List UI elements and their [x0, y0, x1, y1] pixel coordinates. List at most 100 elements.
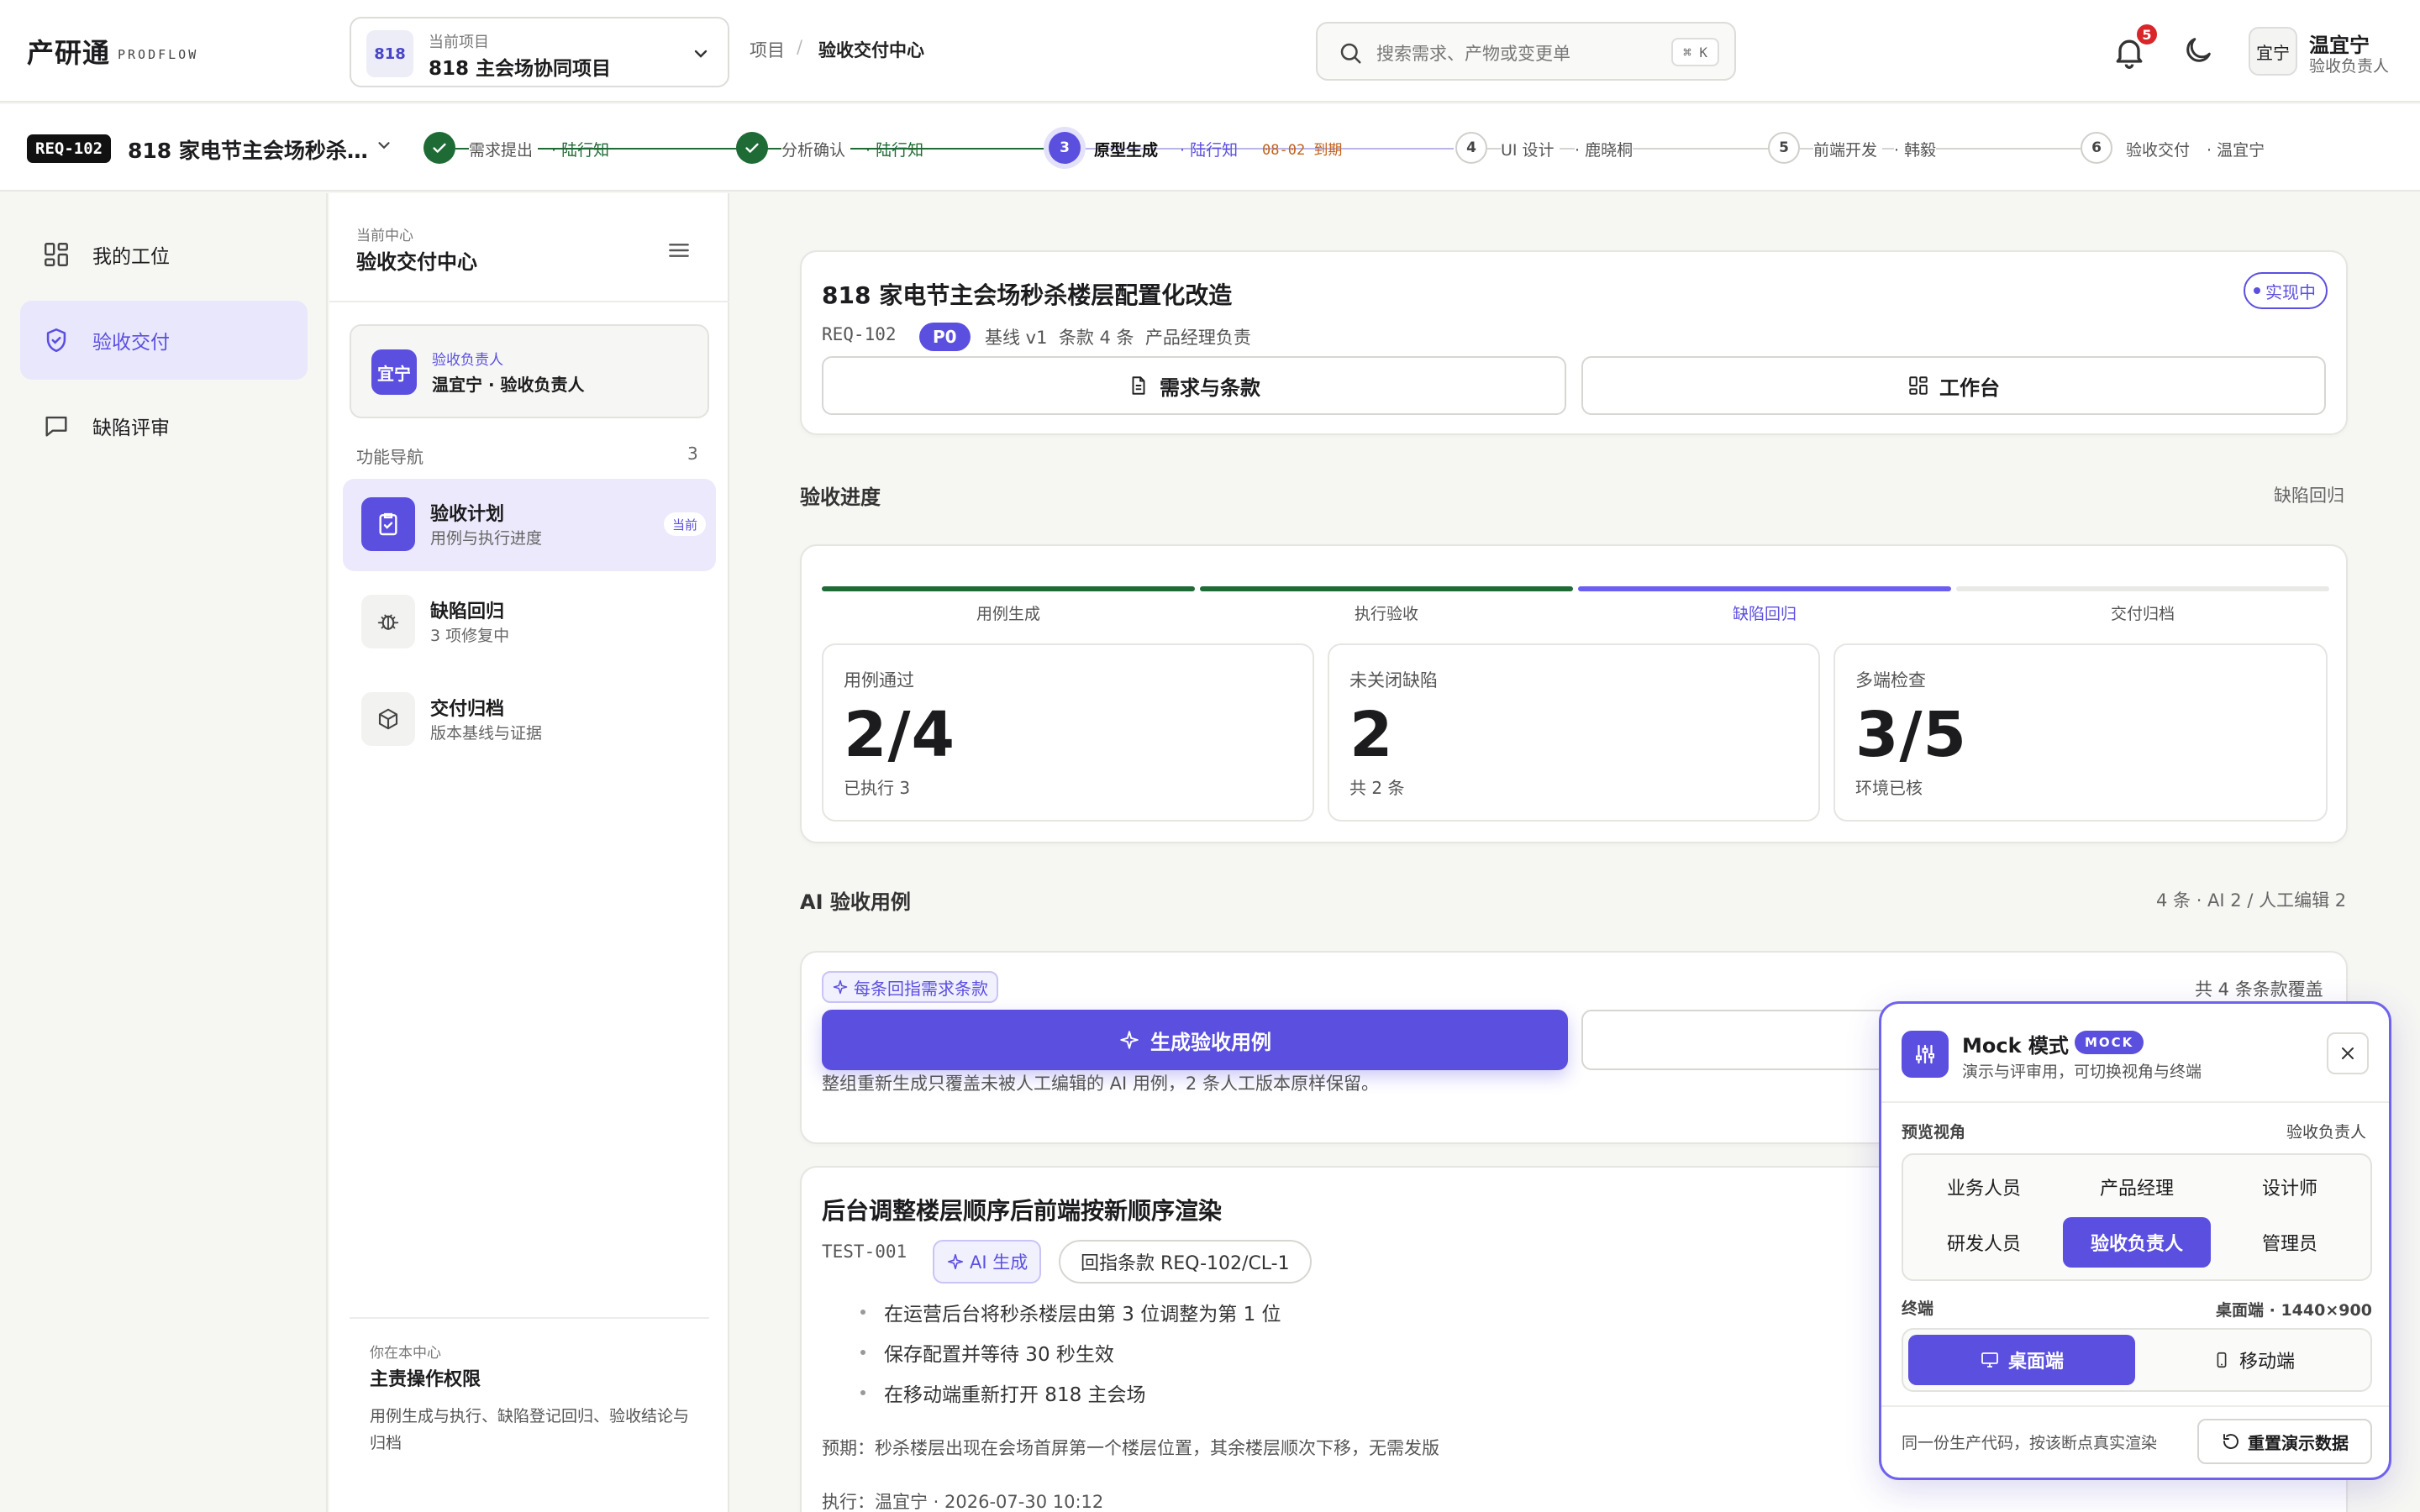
function-item-archive[interactable]: 交付归档 版本基线与证据	[343, 674, 716, 766]
device-current: 桌面端 · 1440×900	[2216, 1301, 2372, 1320]
role-option[interactable]: 产品经理	[2063, 1162, 2211, 1212]
brand-logo: 产研通	[27, 37, 111, 69]
step-5-owner: · 韩毅	[1894, 138, 1937, 160]
breadcrumb-root[interactable]: 项目	[750, 37, 785, 62]
user-role: 验收负责人	[2309, 57, 2390, 76]
stat-subtext: 共 2 条	[1349, 778, 1405, 798]
step-4-number[interactable]: 4	[1455, 132, 1487, 164]
stage-bar-3	[1578, 586, 1951, 591]
project-switcher[interactable]: 818 当前项目 818 主会场协同项目	[350, 17, 729, 87]
step-6-number[interactable]: 6	[2081, 132, 2112, 164]
test-case-id: TEST-001	[822, 1242, 908, 1262]
sidebar-item-acceptance[interactable]: 验收交付	[20, 301, 308, 380]
avatar[interactable]: 宜宁	[2249, 27, 2297, 76]
stat-card-devices: 多端检查 3/5 环境已核	[1833, 643, 2328, 822]
bullet-dot	[860, 1310, 865, 1315]
step-6-label: 验收交付	[2126, 141, 2191, 160]
search-input[interactable]: 搜索需求、产物或变更单	[1376, 40, 1570, 66]
step-5-number[interactable]: 5	[1768, 132, 1800, 164]
requirement-title[interactable]: 818 家电节主会场秒杀…	[128, 134, 368, 165]
role-option[interactable]: 设计师	[2216, 1162, 2364, 1212]
search-box[interactable]: 搜索需求、产物或变更单 ⌘ K	[1316, 22, 1736, 81]
sparkle-icon	[833, 979, 848, 995]
device-option-mobile[interactable]: 移动端	[2140, 1335, 2367, 1385]
reset-demo-label: 重置演示数据	[2248, 1432, 2349, 1453]
mock-footer-text: 同一份生产代码，按该断点真实渲染	[1902, 1434, 2158, 1452]
close-button[interactable]	[2327, 1032, 2369, 1074]
menu-icon[interactable]	[666, 237, 692, 264]
phone-icon	[2217, 1352, 2227, 1368]
current-badge: 当前	[664, 512, 707, 536]
shortcut-hint: ⌘ K	[1671, 38, 1719, 66]
project-label: 当前项目	[429, 34, 489, 51]
avatar: 宜宁	[371, 349, 417, 395]
step-3-due: 08-02 到期	[1262, 142, 1343, 159]
workbench-button[interactable]: 工作台	[1581, 356, 2326, 415]
chat-icon	[40, 410, 72, 442]
execution-info: 执行：温宜宁 · 2026-07-30 10:12	[822, 1492, 1104, 1512]
requirement-meta: 基线 v1 条款 4 条 产品经理负责	[985, 328, 1251, 348]
role-option[interactable]: 研发人员	[1910, 1217, 2058, 1268]
sidebar-item-defect-review[interactable]: 缺陷评审	[20, 386, 308, 465]
role-option-active[interactable]: 验收负责人	[2063, 1217, 2211, 1268]
progress-current-stage: 缺陷回归	[2274, 486, 2344, 506]
view-label: 预览视角	[1902, 1123, 1966, 1142]
search-icon	[1340, 43, 1361, 64]
breadcrumb-current: 验收交付中心	[818, 40, 924, 60]
owner-value: 温宜宁 · 验收负责人	[432, 375, 585, 395]
generate-cases-label: 生成验收用例	[1150, 1030, 1271, 1054]
top-bar: 产研通 PRODFLOW 818 当前项目 818 主会场协同项目 项目 / 验…	[0, 0, 2420, 102]
ai-cases-summary: 4 条 · AI 2 / 人工编辑 2	[2156, 890, 2347, 911]
sidebar-item-workspace[interactable]: 我的工位	[20, 215, 308, 294]
shield-icon	[40, 324, 72, 356]
function-subtitle: 版本基线与证据	[430, 724, 543, 743]
step-1-check-icon[interactable]	[424, 132, 455, 164]
clause-reference-tag[interactable]: 回指条款 REQ-102/CL-1	[1059, 1240, 1312, 1284]
stage-bar-4	[1956, 586, 2329, 591]
divider	[1881, 1405, 2389, 1407]
role-option[interactable]: 业务人员	[1910, 1162, 2058, 1212]
stat-value: 2	[1349, 699, 1394, 771]
divider	[350, 1317, 709, 1319]
reset-demo-button[interactable]: 重置演示数据	[2197, 1419, 2372, 1464]
step-5-label: 前端开发	[1813, 138, 1883, 160]
list-item: 在运营后台将秒杀楼层由第 3 位调整为第 1 位	[860, 1292, 1281, 1332]
role-option[interactable]: 管理员	[2216, 1217, 2364, 1268]
generate-note: 整组重新生成只覆盖未被人工编辑的 AI 用例，2 条人工版本原样保留。	[822, 1074, 1379, 1094]
stat-label: 未关闭缺陷	[1349, 670, 1438, 690]
role-selector: 业务人员 产品经理 设计师 研发人员 验收负责人 管理员	[1902, 1153, 2372, 1281]
requirement-card-title: 818 家电节主会场秒杀楼层配置化改造	[822, 281, 1233, 309]
step-4-label: UI 设计	[1501, 138, 1560, 160]
generate-cases-button[interactable]: 生成验收用例	[822, 1010, 1568, 1070]
sidebar-item-label: 缺陷评审	[92, 417, 170, 439]
function-item-defects[interactable]: 缺陷回归 3 项修复中	[343, 576, 716, 669]
moon-icon[interactable]	[2181, 34, 2215, 67]
notification-badge: 5	[2134, 22, 2160, 47]
step-2-check-icon[interactable]	[736, 132, 768, 164]
chevron-down-icon[interactable]	[375, 136, 393, 155]
function-title: 交付归档	[430, 699, 505, 720]
sidebar-item-label: 我的工位	[92, 246, 170, 268]
stage-label-1: 用例生成	[976, 605, 1040, 623]
device-label: 终端	[1902, 1299, 1934, 1318]
test-step-list: 在运营后台将秒杀楼层由第 3 位调整为第 1 位 保存配置并等待 30 秒生效 …	[860, 1292, 1281, 1413]
sidebar-item-label: 验收交付	[92, 332, 170, 354]
permission-description: 用例生成与执行、缺陷登记回归、验收结论与归档	[370, 1407, 690, 1452]
sidebar: 我的工位 验收交付 缺陷评审	[0, 193, 328, 1512]
step-3-number[interactable]: 3	[1049, 132, 1081, 164]
center-title: 验收交付中心	[356, 250, 477, 274]
stage-label-4: 交付归档	[2110, 605, 2175, 623]
ai-cases-section-title: AI 验收用例	[800, 890, 911, 914]
function-item-plan[interactable]: 验收计划 用例与执行进度 当前	[343, 479, 716, 571]
owner-label: 验收负责人	[432, 352, 503, 369]
stat-value: 3/5	[1855, 699, 1968, 771]
function-title: 验收计划	[430, 504, 505, 525]
step-1-owner: · 陆行知	[551, 141, 610, 160]
project-badge: 818	[366, 30, 413, 77]
mock-title: Mock 模式	[1962, 1034, 2069, 1058]
test-step: 在移动端重新打开 818 主会场	[884, 1384, 1146, 1406]
step-2-owner: · 陆行知	[865, 141, 924, 160]
clauses-button[interactable]: 需求与条款	[822, 356, 1566, 415]
device-option-desktop[interactable]: 桌面端	[1908, 1335, 2135, 1385]
function-subtitle: 3 项修复中	[430, 627, 510, 645]
